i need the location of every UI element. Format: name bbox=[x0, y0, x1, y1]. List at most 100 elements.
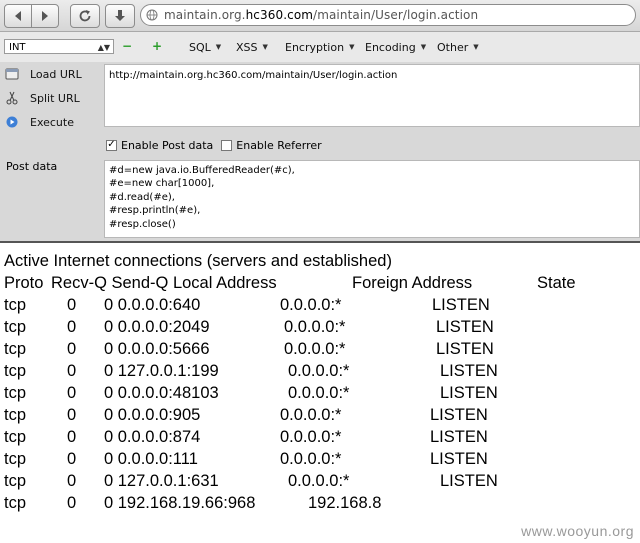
cell-sendq-local: 0 0.0.0.0:2049 bbox=[104, 318, 210, 336]
cell-foreign: 0.0.0.0:* bbox=[280, 428, 342, 446]
menu-encoding-label: Encoding bbox=[365, 41, 416, 54]
cell-recv-q: 0 bbox=[67, 450, 77, 468]
menu-other[interactable]: Other ▼ bbox=[437, 41, 479, 54]
cell-foreign: 192.168.8 bbox=[308, 494, 382, 512]
cell-state: LISTEN bbox=[430, 428, 488, 446]
forward-button[interactable] bbox=[31, 5, 58, 27]
download-button[interactable] bbox=[105, 4, 135, 28]
execute-button[interactable]: Execute bbox=[4, 114, 74, 130]
post-line: #resp.close() bbox=[109, 218, 176, 230]
hackbar-toolbar: INT ▲▼ − + SQL ▼ XSS ▼ Encryption ▼ Encodin… bbox=[0, 32, 640, 63]
cell-sendq-local: 0 0.0.0.0:640 bbox=[104, 296, 201, 314]
menu-sql[interactable]: SQL ▼ bbox=[189, 41, 221, 54]
menu-encoding[interactable]: Encoding ▼ bbox=[365, 41, 426, 54]
updown-arrow-icon: ▲▼ bbox=[97, 43, 110, 52]
cell-foreign: 0.0.0.0:* bbox=[280, 450, 342, 468]
connection-row: tcp 0 0 0.0.0.0:874 0.0.0.0:* LISTEN bbox=[0, 428, 640, 450]
address-bar[interactable]: maintain.org.hc360.com/maintain/User/log… bbox=[140, 4, 636, 26]
caret-down-icon: ▼ bbox=[473, 43, 479, 51]
enable-post-checkbox[interactable]: ✓ bbox=[106, 139, 117, 151]
cell-foreign: 0.0.0.0:* bbox=[288, 472, 350, 490]
cell-sendq-local: 0 0.0.0.0:874 bbox=[104, 428, 201, 446]
menu-encryption[interactable]: Encryption ▼ bbox=[285, 41, 354, 54]
connection-row: tcp 0 0 0.0.0.0:111 0.0.0.0:* LISTEN bbox=[0, 450, 640, 472]
globe-icon bbox=[146, 9, 158, 21]
cell-sendq-local: 0 0.0.0.0:111 bbox=[104, 450, 198, 468]
cell-proto: tcp bbox=[4, 384, 27, 402]
cell-proto: tcp bbox=[4, 428, 27, 446]
url-textarea[interactable]: http://maintain.org.hc360.com/maintain/U… bbox=[104, 64, 640, 127]
cell-state: LISTEN bbox=[440, 384, 498, 402]
caret-down-icon: ▼ bbox=[420, 43, 427, 51]
watermark: www.wooyun.org bbox=[521, 523, 634, 539]
load-url-label: Load URL bbox=[30, 67, 82, 81]
connection-row: tcp 0 0 0.0.0.0:905 0.0.0.0:* LISTEN bbox=[0, 406, 640, 428]
url-domain: hc360.com bbox=[245, 8, 314, 22]
cell-recv-q: 0 bbox=[67, 406, 77, 424]
post-line: #e=new char[1000], bbox=[109, 178, 215, 190]
type-select[interactable]: INT ▲▼ bbox=[4, 39, 114, 54]
cell-proto: tcp bbox=[4, 296, 27, 314]
cell-state: LISTEN bbox=[430, 406, 488, 424]
cell-recv-q: 0 bbox=[67, 494, 77, 512]
cell-recv-q: 0 bbox=[67, 318, 77, 336]
execute-label: Execute bbox=[30, 115, 74, 129]
decrement-button[interactable]: − bbox=[121, 39, 133, 53]
cell-sendq-local: 0 127.0.0.1:199 bbox=[104, 362, 219, 380]
cell-proto: tcp bbox=[4, 450, 27, 468]
cell-proto: tcp bbox=[4, 362, 27, 380]
reload-icon bbox=[79, 10, 91, 22]
browser-toolbar: maintain.org.hc360.com/maintain/User/log… bbox=[0, 0, 640, 32]
cell-sendq-local: 0 0.0.0.0:48103 bbox=[104, 384, 219, 402]
cell-state: LISTEN bbox=[430, 450, 488, 468]
url-path: /maintain/User/login.action bbox=[313, 8, 479, 22]
split-url-label: Split URL bbox=[30, 91, 80, 105]
scissors-icon bbox=[4, 90, 20, 106]
cell-proto: tcp bbox=[4, 340, 27, 358]
panel-divider bbox=[0, 241, 640, 243]
cell-proto: tcp bbox=[4, 472, 27, 490]
post-line: #d.read(#e), bbox=[109, 191, 175, 203]
menu-other-label: Other bbox=[437, 41, 469, 54]
forward-arrow-icon bbox=[42, 11, 48, 21]
increment-button[interactable]: + bbox=[151, 39, 163, 53]
connection-row: tcp 0 0 127.0.0.1:631 0.0.0.0:* LISTEN bbox=[0, 472, 640, 494]
cell-proto: tcp bbox=[4, 494, 27, 512]
type-select-value: INT bbox=[9, 42, 26, 53]
cell-foreign: 0.0.0.0:* bbox=[284, 340, 346, 358]
cell-recv-q: 0 bbox=[67, 428, 77, 446]
cell-sendq-local: 0 0.0.0.0:905 bbox=[104, 406, 201, 424]
header-foreign: Foreign Address bbox=[352, 274, 473, 292]
cell-foreign: 0.0.0.0:* bbox=[288, 384, 350, 402]
connection-row: tcp 0 0 0.0.0.0:2049 0.0.0.0:* LISTEN bbox=[0, 318, 640, 340]
post-line: #resp.println(#e), bbox=[109, 205, 201, 217]
reload-button[interactable] bbox=[70, 4, 100, 28]
output-title: Active Internet connections (servers and… bbox=[4, 252, 392, 270]
cell-recv-q: 0 bbox=[67, 384, 77, 402]
cell-state: LISTEN bbox=[436, 340, 494, 358]
post-data-textarea[interactable]: #d=new java.io.BufferedReader(#c), #e=ne… bbox=[104, 160, 640, 238]
cell-foreign: 0.0.0.0:* bbox=[288, 362, 350, 380]
back-button[interactable] bbox=[5, 5, 31, 27]
cell-recv-q: 0 bbox=[67, 362, 77, 380]
post-line: #d=new java.io.BufferedReader(#c), bbox=[109, 165, 295, 176]
enable-referrer-checkbox[interactable] bbox=[221, 139, 233, 151]
connection-row: tcp 0 0 0.0.0.0:48103 0.0.0.0:* LISTEN bbox=[0, 384, 640, 406]
connection-row: tcp 0 0 0.0.0.0:5666 0.0.0.0:* LISTEN bbox=[0, 340, 640, 362]
menu-xss-label: XSS bbox=[236, 41, 258, 54]
url-prefix: maintain.org. bbox=[164, 8, 246, 22]
split-url-button[interactable]: Split URL bbox=[4, 90, 80, 106]
cell-foreign: 0.0.0.0:* bbox=[280, 406, 342, 424]
header-recvq-sendq-local: Recv-Q Send-Q Local Address bbox=[51, 274, 277, 292]
menu-xss[interactable]: XSS ▼ bbox=[236, 41, 268, 54]
cell-state: LISTEN bbox=[440, 362, 498, 380]
cell-sendq-local: 0 0.0.0.0:5666 bbox=[104, 340, 210, 358]
plus-icon: + bbox=[151, 39, 163, 53]
caret-down-icon: ▼ bbox=[262, 43, 268, 51]
back-arrow-icon bbox=[15, 11, 21, 21]
caret-down-icon: ▼ bbox=[349, 43, 355, 51]
connection-row: tcp 0 0 0.0.0.0:640 0.0.0.0:* LISTEN bbox=[0, 296, 640, 318]
enable-post-label: Enable Post data bbox=[121, 138, 214, 152]
menu-encryption-label: Encryption bbox=[285, 41, 345, 54]
load-url-button[interactable]: Load URL bbox=[4, 66, 82, 82]
